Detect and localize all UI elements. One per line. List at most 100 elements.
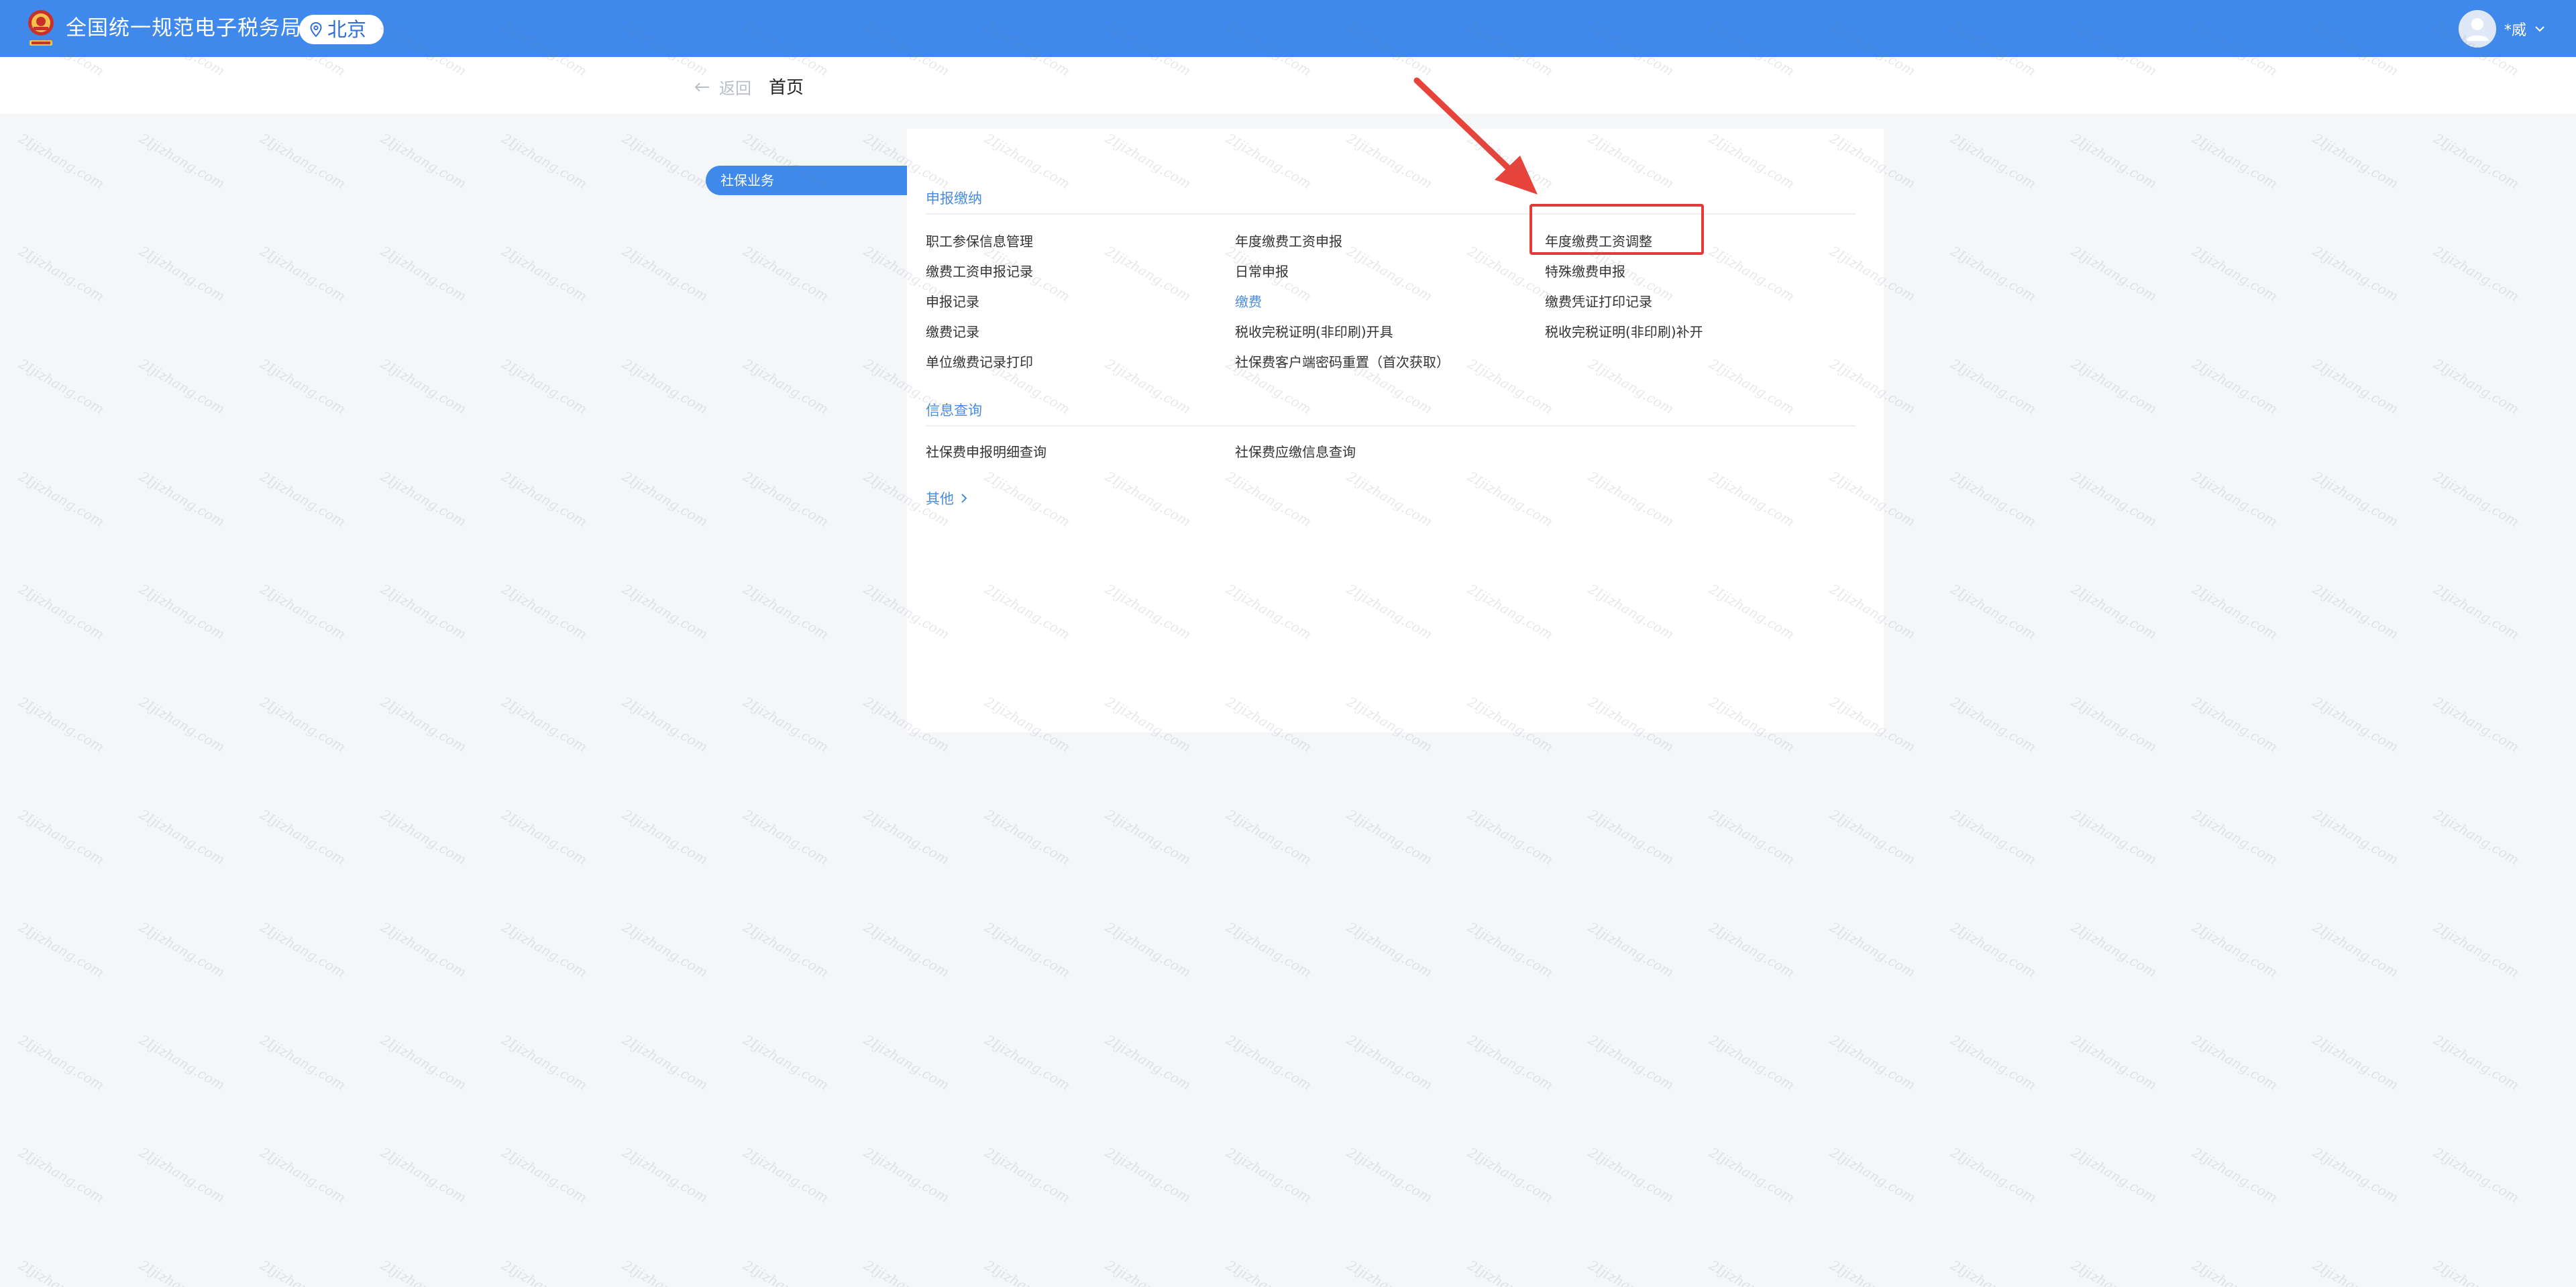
service-link[interactable]: 日常申报 [1235, 261, 1289, 280]
service-link[interactable]: 社保费应缴信息查询 [1235, 441, 1356, 461]
service-link[interactable]: 缴费工资申报记录 [926, 261, 1033, 280]
watermark-text: 2Ijizhang.com [2310, 1257, 2402, 1287]
sidebar-item-social-security[interactable]: 社保业务 [706, 166, 907, 195]
watermark-text: 2Ijizhang.com [861, 1257, 953, 1287]
service-link[interactable]: 社保费申报明细查询 [926, 441, 1046, 461]
watermark-text: 2Ijizhang.com [1706, 1143, 1798, 1207]
watermark-text: 2Ijizhang.com [619, 242, 711, 305]
more-link[interactable]: 其他 [926, 488, 967, 508]
watermark-text: 2Ijizhang.com [16, 1257, 107, 1287]
watermark-text: 2Ijizhang.com [378, 805, 470, 869]
watermark-text: 2Ijizhang.com [2310, 918, 2402, 981]
watermark-text: 2Ijizhang.com [740, 805, 832, 869]
watermark-text: 2Ijizhang.com [257, 1143, 349, 1207]
back-button[interactable]: 返回 [695, 75, 751, 99]
watermark-text: 2Ijizhang.com [740, 467, 832, 530]
watermark-text: 2Ijizhang.com [1947, 580, 2039, 643]
user-menu[interactable]: *威 [2458, 10, 2545, 48]
watermark-text: 2Ijizhang.com [2190, 1257, 2281, 1287]
watermark-text: 2Ijizhang.com [740, 242, 832, 305]
watermark-text: 2Ijizhang.com [982, 1257, 1073, 1287]
watermark-text: 2Ijizhang.com [498, 355, 590, 418]
watermark-text: 2Ijizhang.com [136, 242, 228, 305]
watermark-text: 2Ijizhang.com [498, 805, 590, 869]
watermark-text: 2Ijizhang.com [1585, 918, 1677, 981]
watermark-text: 2Ijizhang.com [378, 467, 470, 530]
watermark-text: 2Ijizhang.com [1465, 1257, 1556, 1287]
services-panel [907, 129, 1884, 732]
service-link[interactable]: 年度缴费工资申报 [1235, 231, 1342, 250]
annotation-highlight-box [1529, 204, 1704, 255]
watermark-text: 2Ijizhang.com [2430, 693, 2522, 756]
watermark-text: 2Ijizhang.com [741, 1257, 832, 1287]
service-link-active[interactable]: 缴费 [1235, 291, 1262, 311]
watermark-text: 2Ijizhang.com [2068, 129, 2160, 192]
watermark-text: 2Ijizhang.com [861, 1031, 953, 1094]
watermark-text: 2Ijizhang.com [1344, 1257, 1436, 1287]
watermark-text: 2Ijizhang.com [1223, 1031, 1315, 1094]
service-link[interactable]: 特殊缴费申报 [1545, 261, 1625, 280]
watermark-text: 2Ijizhang.com [258, 1257, 349, 1287]
watermark-text: 2Ijizhang.com [2189, 1143, 2281, 1207]
watermark-text: 2Ijizhang.com [378, 355, 470, 418]
watermark-text: 2Ijizhang.com [1344, 805, 1436, 869]
watermark-text: 2Ijizhang.com [15, 129, 107, 192]
service-link[interactable]: 缴费记录 [926, 321, 979, 341]
watermark-text: 2Ijizhang.com [619, 918, 711, 981]
location-pin-icon [310, 22, 322, 37]
back-label: 返回 [719, 79, 751, 98]
watermark-text: 2Ijizhang.com [378, 693, 470, 756]
watermark-text: 2Ijizhang.com [499, 1257, 590, 1287]
watermark-text: 2Ijizhang.com [2310, 1143, 2402, 1207]
watermark-text: 2Ijizhang.com [136, 467, 228, 530]
watermark-text: 2Ijizhang.com [15, 467, 107, 530]
watermark-text: 2Ijizhang.com [2430, 467, 2522, 530]
city-name: 北京 [327, 18, 367, 41]
service-link[interactable]: 社保费客户端密码重置（首次获取） [1235, 351, 1450, 371]
service-link[interactable]: 税收完税证明(非印刷)补开 [1545, 321, 1703, 341]
watermark-text: 2Ijizhang.com [2310, 693, 2402, 756]
watermark-text: 2Ijizhang.com [378, 129, 470, 192]
service-link[interactable]: 申报记录 [926, 291, 979, 311]
city-selector[interactable]: 北京 [299, 15, 384, 44]
watermark-text: 2Ijizhang.com [2189, 805, 2281, 869]
watermark-text: 2Ijizhang.com [136, 129, 228, 192]
watermark-text: 2Ijizhang.com [378, 1031, 470, 1094]
watermark-text: 2Ijizhang.com [136, 580, 228, 643]
watermark-text: 2Ijizhang.com [1948, 1257, 2039, 1287]
service-link[interactable]: 职工参保信息管理 [926, 231, 1033, 250]
watermark-text: 2Ijizhang.com [2430, 242, 2522, 305]
watermark-text: 2Ijizhang.com [498, 129, 590, 192]
watermark-text: 2Ijizhang.com [15, 693, 107, 756]
more-label: 其他 [926, 491, 954, 507]
service-link[interactable]: 税收完税证明(非印刷)开具 [1235, 321, 1393, 341]
watermark-text: 2Ijizhang.com [861, 918, 953, 981]
watermark-text: 2Ijizhang.com [2068, 693, 2160, 756]
home-breadcrumb[interactable]: 首页 [769, 74, 804, 99]
watermark-text: 2Ijizhang.com [498, 467, 590, 530]
watermark-text: 2Ijizhang.com [136, 693, 228, 756]
watermark-text: 2Ijizhang.com [2310, 242, 2402, 305]
watermark-text: 2Ijizhang.com [740, 693, 832, 756]
watermark-text: 2Ijizhang.com [2068, 467, 2160, 530]
watermark-text: 2Ijizhang.com [257, 580, 349, 643]
watermark-text: 2Ijizhang.com [2189, 580, 2281, 643]
watermark-text: 2Ijizhang.com [1344, 918, 1436, 981]
watermark-text: 2Ijizhang.com [619, 355, 711, 418]
watermark-text: 2Ijizhang.com [1464, 805, 1556, 869]
watermark-text: 2Ijizhang.com [2189, 242, 2281, 305]
watermark-text: 2Ijizhang.com [1102, 1031, 1194, 1094]
watermark-text: 2Ijizhang.com [619, 580, 711, 643]
section-title-declare-pay: 申报缴纳 [926, 190, 982, 207]
service-link[interactable]: 单位缴费记录打印 [926, 351, 1033, 371]
service-link[interactable]: 缴费凭证打印记录 [1545, 291, 1652, 311]
watermark-text: 2Ijizhang.com [2069, 1257, 2160, 1287]
watermark-text: 2Ijizhang.com [2189, 1031, 2281, 1094]
watermark-text: 2Ijizhang.com [1344, 1143, 1436, 1207]
watermark-text: 2Ijizhang.com [1585, 1143, 1677, 1207]
section-title-info-query: 信息查询 [926, 402, 982, 418]
watermark-text: 2Ijizhang.com [2430, 129, 2522, 192]
watermark-text: 2Ijizhang.com [2430, 355, 2522, 418]
watermark-text: 2Ijizhang.com [378, 1257, 470, 1287]
watermark-text: 2Ijizhang.com [257, 242, 349, 305]
